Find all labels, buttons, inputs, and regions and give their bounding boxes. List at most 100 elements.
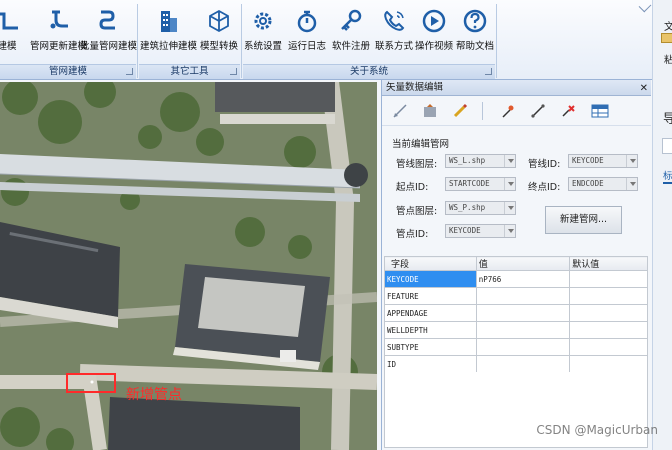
system-settings-button[interactable]: 系统设置 [244,8,282,62]
new-pipe-network-button[interactable]: 新建管网... [545,206,622,234]
field-cell[interactable]: SUBTYPE [384,338,477,356]
grid-header-row: 字段 值 默认值 [384,256,648,271]
start-id-label: 起点ID: [396,182,429,193]
strip-box[interactable] [662,138,672,154]
default-cell[interactable] [569,270,648,288]
chevron-down-icon [504,202,515,214]
pipe-update-label: 管网更新建模 [30,41,88,52]
default-cell[interactable] [569,338,648,356]
value-cell[interactable]: nP766 [475,270,571,288]
field-cell[interactable]: ID [384,355,477,373]
value-cell[interactable] [475,304,571,322]
vector-edit-panel: 矢量数据编辑 ✕ 当前编辑管网 管线图层: WS_L.shp 管线ID: KEY… [381,80,651,450]
default-cell[interactable] [569,304,648,322]
default-cell[interactable] [569,321,648,339]
strip-item[interactable]: 导 [663,108,672,127]
group-label: 其它工具 [170,66,209,77]
map-view[interactable]: 新增管点 [0,82,377,450]
chevron-down-icon [626,155,637,167]
table-row[interactable]: FEATURE [384,287,648,305]
default-cell[interactable] [569,287,648,305]
close-icon[interactable]: ✕ [640,81,648,96]
key-icon [341,9,362,31]
end-id-select[interactable]: ENDCODE [568,177,638,191]
strip-item[interactable]: 文 [664,18,672,33]
model-convert-icon [209,9,229,33]
batch-pipe-label: 批量管网建模 [80,41,138,52]
chevron-down-icon [504,225,515,237]
section-title: 当前编辑管网 [392,139,450,150]
pipe-model-button[interactable]: 建模 [0,8,20,62]
strip-item[interactable]: 标 [663,168,672,184]
pipe-update-icon [50,10,68,29]
model-convert-label: 模型转换 [200,41,239,52]
group-launcher-icon[interactable] [230,68,237,75]
strip-item[interactable]: 粘 [664,52,672,66]
edit-line-icon[interactable] [390,101,410,121]
column-header[interactable]: 值 [475,256,571,271]
attribute-table-icon[interactable] [590,101,610,121]
software-register-button[interactable]: 软件注册 [332,8,370,62]
value-cell[interactable] [475,355,571,373]
table-row[interactable]: WELLDEPTH [384,321,648,339]
batch-pipe-icon [98,10,115,30]
run-log-button[interactable]: 运行日志 [288,8,326,62]
delete-feature-icon[interactable] [558,101,578,121]
video-label: 操作视频 [415,41,454,52]
chevron-down-icon [504,178,515,190]
table-row[interactable]: ID [384,355,648,373]
help-icon [463,9,487,33]
contact-button[interactable]: 联系方式 [375,8,413,62]
group-launcher-icon[interactable] [126,68,133,75]
right-side-strip: 文 粘 导 标 [652,0,672,450]
field-cell[interactable]: KEYCODE [384,270,477,288]
value-cell[interactable] [475,287,571,305]
pipe-update-button[interactable]: 管网更新建模 [30,8,87,62]
point-id-select[interactable]: KEYCODE [445,224,516,238]
edit-toolbar [382,96,651,126]
help-doc-button[interactable]: 帮助文档 [456,8,494,62]
value-cell[interactable] [475,321,571,339]
chevron-down-icon [504,155,515,167]
add-line-icon[interactable] [528,101,548,121]
value-cell[interactable] [475,338,571,356]
panel-title-bar: 矢量数据编辑 ✕ [382,80,651,96]
chevron-down-icon [626,178,637,190]
help-doc-label: 帮助文档 [456,41,495,52]
table-row[interactable]: KEYCODE nP766 [384,270,648,288]
table-row[interactable]: APPENDAGE [384,304,648,322]
ribbon-collapse-icon[interactable] [638,0,652,13]
field-cell[interactable]: WELLDEPTH [384,321,477,339]
group-divider [496,4,497,78]
group-about-system: 关于系统 [243,64,495,79]
start-id-select[interactable]: STARTCODE [445,177,516,191]
save-edit-icon[interactable] [420,101,440,121]
table-row[interactable]: SUBTYPE [384,338,648,356]
field-cell[interactable]: APPENDAGE [384,304,477,322]
building-extrude-button[interactable]: 建筑拉伸建模 [140,8,197,62]
point-layer-select[interactable]: WS_P.shp [445,201,516,215]
add-point-icon[interactable] [498,101,518,121]
model-convert-button[interactable]: 模型转换 [200,8,238,62]
point-layer-label: 管点图层: [396,206,438,217]
panel-title: 矢量数据编辑 [386,82,444,93]
play-icon [422,9,446,33]
video-button[interactable]: 操作视频 [415,8,453,62]
group-other-tools: 其它工具 [139,64,240,79]
pipe-model-label: 建模 [0,41,17,52]
stopwatch-icon [297,10,317,33]
batch-pipe-button[interactable]: 批量管网建模 [80,8,137,62]
field-cell[interactable]: FEATURE [384,287,477,305]
column-header[interactable]: 默认值 [569,256,648,271]
pencil-icon[interactable] [450,101,470,121]
pipe-line-id-select[interactable]: KEYCODE [568,154,638,168]
phone-icon [384,10,405,31]
building-icon [160,11,177,32]
default-cell[interactable] [569,355,648,373]
contact-label: 联系方式 [375,41,414,52]
pipe-line-id-label: 管线ID: [528,159,561,170]
column-header[interactable]: 字段 [384,256,477,271]
folder-icon [661,33,672,43]
pipe-line-layer-select[interactable]: WS_L.shp [445,154,516,168]
group-launcher-icon[interactable] [485,68,492,75]
